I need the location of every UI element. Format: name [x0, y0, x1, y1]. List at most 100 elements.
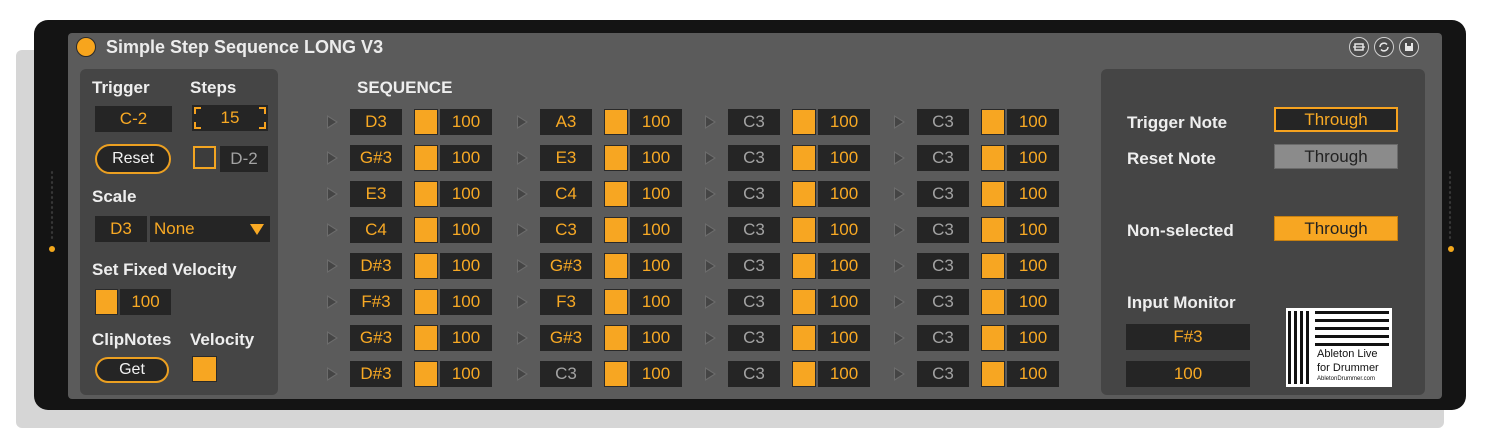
- steps-field[interactable]: 15: [192, 105, 268, 131]
- step-velocity-toggle[interactable]: [792, 325, 816, 351]
- step-note-field[interactable]: C3: [917, 289, 969, 315]
- trigger-note-mode[interactable]: Through: [1274, 107, 1398, 132]
- step-velocity-field[interactable]: 100: [1007, 361, 1059, 387]
- step-velocity-toggle[interactable]: [604, 361, 628, 387]
- step-note-field[interactable]: C3: [728, 109, 780, 135]
- clipnotes-velocity-toggle[interactable]: [192, 356, 217, 382]
- step-note-field[interactable]: C3: [728, 289, 780, 315]
- non-selected-mode[interactable]: Through: [1274, 216, 1398, 241]
- step-velocity-toggle[interactable]: [792, 181, 816, 207]
- step-note-field[interactable]: E3: [540, 145, 592, 171]
- step-note-field[interactable]: C3: [917, 145, 969, 171]
- step-note-field[interactable]: C4: [350, 217, 402, 243]
- step-velocity-toggle[interactable]: [604, 109, 628, 135]
- step-velocity-field[interactable]: 100: [818, 289, 870, 315]
- step-note-field[interactable]: C3: [540, 217, 592, 243]
- step-velocity-toggle[interactable]: [604, 253, 628, 279]
- step-velocity-field[interactable]: 100: [818, 109, 870, 135]
- sync-icon[interactable]: [1374, 37, 1394, 57]
- step-velocity-toggle[interactable]: [792, 217, 816, 243]
- step-velocity-field[interactable]: 100: [1007, 325, 1059, 351]
- save-icon[interactable]: [1399, 37, 1419, 57]
- step-note-field[interactable]: C3: [728, 325, 780, 351]
- step-note-field[interactable]: E3: [350, 181, 402, 207]
- step-note-field[interactable]: G#3: [350, 145, 402, 171]
- step-note-field[interactable]: C3: [728, 361, 780, 387]
- step-velocity-toggle[interactable]: [414, 217, 438, 243]
- get-clipnotes-button[interactable]: Get: [95, 357, 169, 383]
- step-velocity-toggle[interactable]: [792, 109, 816, 135]
- step-note-field[interactable]: G#3: [540, 325, 592, 351]
- step-velocity-toggle[interactable]: [414, 289, 438, 315]
- step-velocity-field[interactable]: 100: [630, 253, 682, 279]
- step-velocity-toggle[interactable]: [981, 217, 1005, 243]
- step-velocity-field[interactable]: 100: [818, 217, 870, 243]
- fixed-velocity-field[interactable]: 100: [120, 289, 171, 315]
- step-velocity-toggle[interactable]: [981, 145, 1005, 171]
- reset-note-field[interactable]: D-2: [220, 146, 268, 172]
- step-note-field[interactable]: D3: [350, 109, 402, 135]
- step-velocity-field[interactable]: 100: [818, 325, 870, 351]
- step-velocity-field[interactable]: 100: [630, 325, 682, 351]
- step-note-field[interactable]: G#3: [540, 253, 592, 279]
- step-velocity-field[interactable]: 100: [630, 361, 682, 387]
- step-velocity-toggle[interactable]: [981, 361, 1005, 387]
- step-velocity-toggle[interactable]: [414, 109, 438, 135]
- step-velocity-toggle[interactable]: [604, 145, 628, 171]
- step-velocity-toggle[interactable]: [792, 253, 816, 279]
- step-velocity-field[interactable]: 100: [818, 181, 870, 207]
- step-velocity-field[interactable]: 100: [440, 145, 492, 171]
- step-velocity-toggle[interactable]: [414, 181, 438, 207]
- step-velocity-field[interactable]: 100: [818, 361, 870, 387]
- step-velocity-toggle[interactable]: [792, 145, 816, 171]
- step-note-field[interactable]: F3: [540, 289, 592, 315]
- step-note-field[interactable]: C3: [917, 109, 969, 135]
- scale-root-field[interactable]: D3: [95, 216, 147, 242]
- step-velocity-field[interactable]: 100: [1007, 217, 1059, 243]
- step-velocity-field[interactable]: 100: [630, 109, 682, 135]
- step-note-field[interactable]: D#3: [350, 253, 402, 279]
- step-note-field[interactable]: C3: [728, 181, 780, 207]
- step-velocity-field[interactable]: 100: [630, 181, 682, 207]
- step-velocity-field[interactable]: 100: [630, 289, 682, 315]
- step-note-field[interactable]: C3: [917, 217, 969, 243]
- step-note-field[interactable]: C3: [917, 253, 969, 279]
- step-velocity-field[interactable]: 100: [440, 361, 492, 387]
- step-note-field[interactable]: D#3: [350, 361, 402, 387]
- step-velocity-field[interactable]: 100: [440, 181, 492, 207]
- step-note-field[interactable]: A3: [540, 109, 592, 135]
- step-note-field[interactable]: F#3: [350, 289, 402, 315]
- step-note-field[interactable]: C3: [917, 361, 969, 387]
- step-velocity-toggle[interactable]: [414, 145, 438, 171]
- trigger-note-field[interactable]: C-2: [95, 106, 172, 132]
- step-velocity-toggle[interactable]: [981, 253, 1005, 279]
- step-velocity-field[interactable]: 100: [440, 325, 492, 351]
- step-velocity-toggle[interactable]: [981, 109, 1005, 135]
- pin-icon[interactable]: [1349, 37, 1369, 57]
- step-velocity-field[interactable]: 100: [1007, 181, 1059, 207]
- step-velocity-toggle[interactable]: [414, 325, 438, 351]
- step-velocity-toggle[interactable]: [414, 253, 438, 279]
- step-velocity-toggle[interactable]: [792, 361, 816, 387]
- step-note-field[interactable]: C3: [728, 253, 780, 279]
- step-note-field[interactable]: C3: [728, 217, 780, 243]
- fixed-velocity-toggle[interactable]: [95, 289, 118, 315]
- step-velocity-field[interactable]: 100: [630, 217, 682, 243]
- step-velocity-field[interactable]: 100: [818, 145, 870, 171]
- step-note-field[interactable]: C4: [540, 181, 592, 207]
- step-note-field[interactable]: C3: [540, 361, 592, 387]
- step-velocity-field[interactable]: 100: [1007, 145, 1059, 171]
- step-velocity-toggle[interactable]: [981, 181, 1005, 207]
- step-velocity-toggle[interactable]: [414, 361, 438, 387]
- step-velocity-field[interactable]: 100: [440, 109, 492, 135]
- step-velocity-toggle[interactable]: [604, 181, 628, 207]
- step-note-field[interactable]: C3: [728, 145, 780, 171]
- step-velocity-field[interactable]: 100: [1007, 253, 1059, 279]
- step-velocity-field[interactable]: 100: [1007, 289, 1059, 315]
- reset-note-mode[interactable]: Through: [1274, 144, 1398, 169]
- step-note-field[interactable]: C3: [917, 325, 969, 351]
- step-velocity-toggle[interactable]: [792, 289, 816, 315]
- step-velocity-field[interactable]: 100: [440, 217, 492, 243]
- step-velocity-field[interactable]: 100: [630, 145, 682, 171]
- step-note-field[interactable]: G#3: [350, 325, 402, 351]
